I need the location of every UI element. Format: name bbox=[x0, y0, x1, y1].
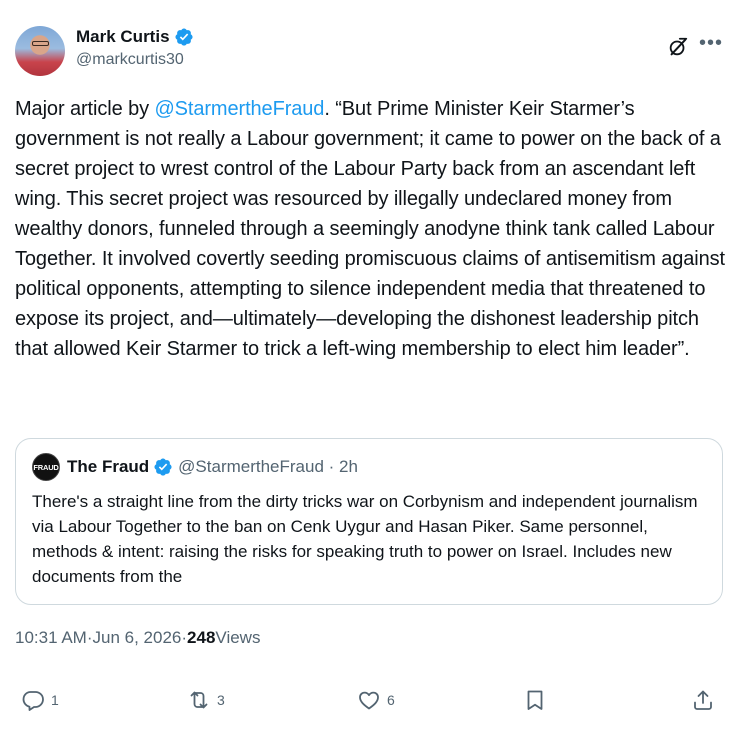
quoted-author-avatar: FRAUD bbox=[32, 453, 60, 481]
views-count: 248 bbox=[187, 628, 216, 647]
quoted-separator: · bbox=[323, 457, 340, 476]
quoted-author-display-name: The Fraud bbox=[67, 457, 150, 476]
share-icon bbox=[694, 690, 712, 710]
quoted-handle-text: @StarmertheFraud bbox=[178, 457, 324, 476]
like-icon bbox=[359, 691, 379, 710]
post-meta: 10:31 AM · Jun 6, 2026 · 248 Views bbox=[15, 626, 260, 650]
author-avatar[interactable] bbox=[15, 26, 65, 76]
author-handle[interactable]: @markcurtis30 bbox=[76, 51, 194, 69]
quoted-post-card[interactable]: FRAUD The Fraud @StarmertheFraud · 2h Th… bbox=[15, 438, 723, 605]
share-button[interactable] bbox=[691, 684, 715, 716]
quoted-post-time: 2h bbox=[339, 457, 358, 476]
repost-button[interactable]: 3 bbox=[187, 684, 225, 716]
action-bar: 1 3 6 bbox=[15, 684, 727, 716]
post-intro: Major article by bbox=[15, 98, 155, 120]
reply-button[interactable]: 1 bbox=[21, 684, 59, 716]
bookmark-button[interactable] bbox=[523, 684, 547, 716]
verified-badge-icon bbox=[174, 28, 193, 46]
author-display-name[interactable]: Mark Curtis bbox=[76, 27, 170, 47]
like-button[interactable]: 6 bbox=[357, 684, 395, 716]
reply-icon bbox=[22, 691, 44, 711]
reply-count: 1 bbox=[51, 692, 59, 708]
quoted-post-header: FRAUD The Fraud @StarmertheFraud · 2h bbox=[32, 453, 358, 481]
quoted-author-handle: @StarmertheFraud · 2h bbox=[178, 457, 358, 477]
post-mention-link[interactable]: @StarmertheFraud bbox=[154, 98, 324, 120]
verified-badge-icon bbox=[154, 458, 172, 476]
post-body: . “But Prime Minister Keir Starmer’s gov… bbox=[15, 98, 726, 360]
bookmark-icon bbox=[527, 690, 543, 710]
post-text: Major article by @StarmertheFraud. “But … bbox=[15, 94, 727, 364]
quoted-post-text: There's a straight line from the dirty t… bbox=[32, 492, 698, 586]
like-count: 6 bbox=[387, 692, 395, 708]
post-time[interactable]: 10:31 AM bbox=[15, 628, 87, 648]
author-names: Mark Curtis @markcurtis30 bbox=[76, 26, 194, 69]
more-icon[interactable]: ••• bbox=[699, 33, 722, 56]
repost-icon bbox=[190, 691, 208, 709]
views-label: Views bbox=[215, 628, 261, 647]
grok-icon[interactable] bbox=[667, 36, 689, 58]
post-date[interactable]: Jun 6, 2026 bbox=[93, 628, 182, 648]
post-header: Mark Curtis @markcurtis30 ••• bbox=[15, 24, 727, 76]
repost-count: 3 bbox=[217, 692, 225, 708]
